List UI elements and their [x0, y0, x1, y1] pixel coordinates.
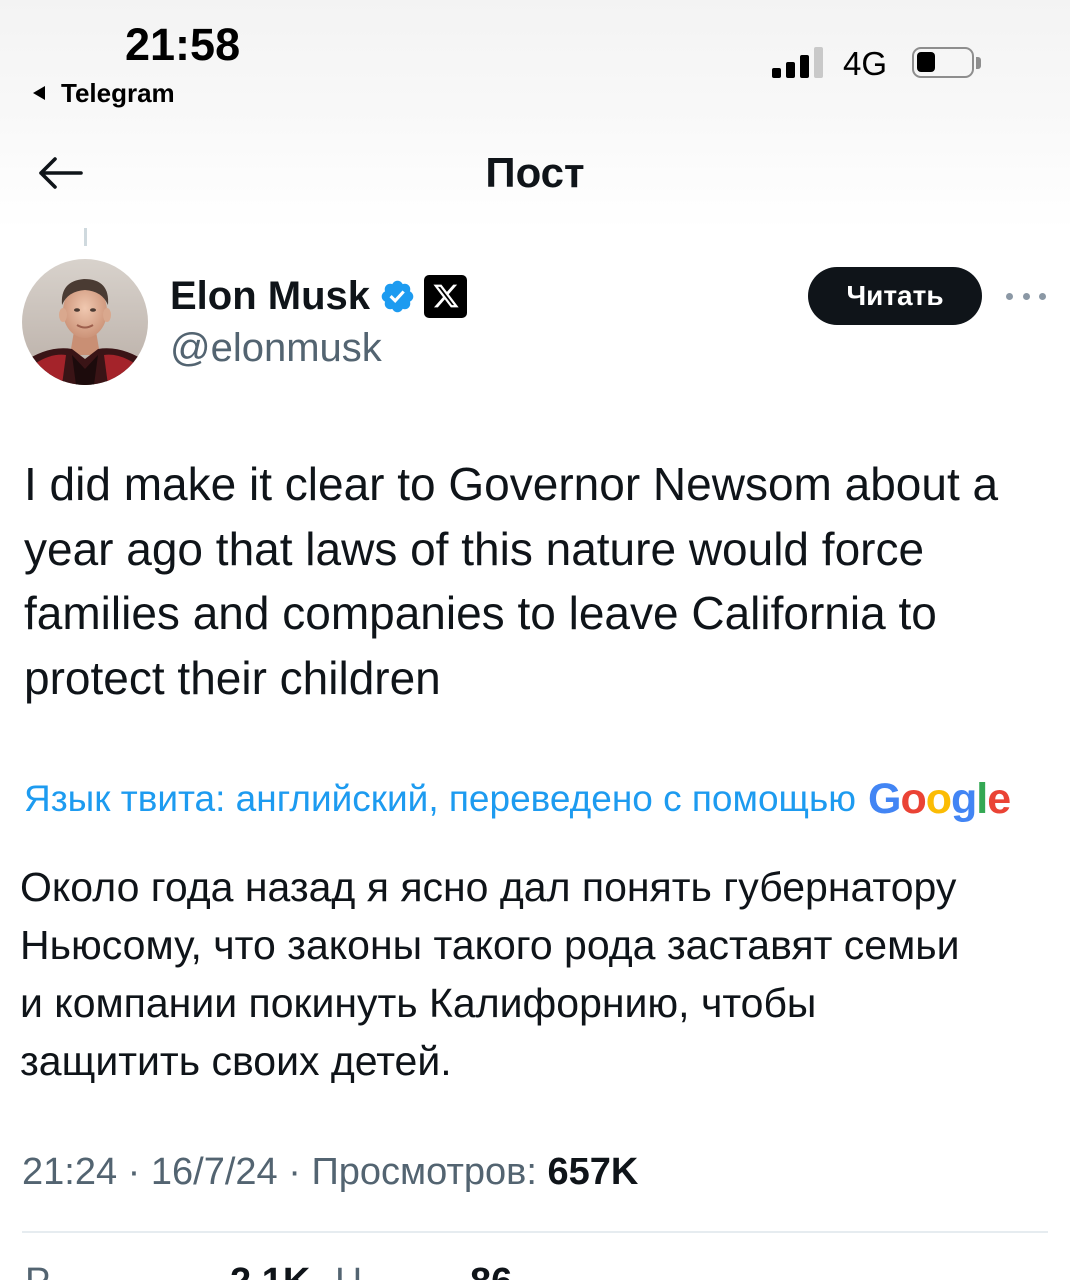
stat-value[interactable]: 86	[470, 1262, 512, 1280]
google-logo: Google	[868, 775, 1011, 823]
author-handle[interactable]: @elonmusk	[170, 326, 382, 370]
signal-bar	[800, 55, 809, 78]
tweet-text: I did make it clear to Governor Newsom a…	[24, 452, 998, 710]
post-time[interactable]: 21:24	[22, 1151, 117, 1193]
meta-separator: ·	[288, 1151, 301, 1193]
google-logo-letter: l	[976, 775, 988, 823]
more-dot	[1039, 292, 1046, 300]
author-name-row: Elon Musk	[170, 271, 468, 321]
signal-bar	[814, 47, 823, 78]
back-to-app-link[interactable]: Telegram	[33, 78, 175, 108]
tweet-text-line: year ago that laws of this nature would …	[24, 522, 925, 575]
google-logo-letter: g	[951, 775, 977, 823]
stat-label[interactable]: Ц	[335, 1262, 363, 1280]
stat-value[interactable]: 2,1K	[230, 1262, 310, 1280]
thread-connector	[84, 228, 87, 246]
translated-text-line: защитить своих детей.	[20, 1038, 452, 1084]
battery-level-fill	[917, 52, 935, 72]
google-logo-letter: o	[925, 775, 952, 823]
tweet-text-line: families and companies to leave Californ…	[24, 587, 937, 639]
divider	[22, 1231, 1048, 1233]
google-logo-letter: o	[900, 775, 926, 823]
battery-icon	[912, 47, 974, 78]
tweet-text-line: protect their children	[24, 651, 441, 704]
back-app-label: Telegram	[61, 77, 175, 108]
views-label: Просмотров:	[311, 1151, 537, 1193]
translated-text-line: Ньюсому, что законы такого рода заставят…	[20, 922, 960, 968]
translated-text-line: и компании покинуть Калифорнию, чтобы	[20, 980, 817, 1026]
tweet-meta: 21:24 · 16/7/24 · Просмотров: 657K	[22, 1149, 638, 1195]
battery-nub	[976, 57, 981, 69]
signal-bar	[772, 68, 781, 78]
tweet-screen: 21:58 Telegram 4G Пост Elon Musk @elonmu…	[0, 0, 1070, 1280]
translation-notice-text: Язык твита: английский, переведено с пом…	[24, 778, 856, 819]
more-dots-icon[interactable]	[1006, 290, 1046, 302]
x-logo-icon	[424, 274, 468, 318]
google-logo-letter: e	[987, 775, 1011, 823]
signal-bar	[786, 62, 795, 78]
google-logo-letter: G	[868, 775, 901, 823]
verified-badge-icon	[381, 280, 414, 312]
status-time: 21:58	[125, 19, 241, 70]
back-triangle-icon	[33, 86, 45, 100]
views-count: 657K	[547, 1151, 639, 1193]
post-date[interactable]: 16/7/24	[151, 1151, 278, 1193]
tweet-text-line: I did make it clear to Governor Newsom a…	[24, 458, 999, 510]
engagement-stats: Р 2,1K Ц 86	[0, 1262, 1070, 1280]
page-title: Пост	[485, 149, 585, 196]
signal-icon	[772, 47, 823, 78]
translated-text-line: Около года назад я ясно дал понять губер…	[20, 864, 957, 910]
avatar-image	[22, 259, 148, 385]
translation-notice: Язык твита: английский, переведено с пом…	[24, 775, 1011, 823]
network-type: 4G	[843, 45, 888, 82]
x-logo-glyph	[432, 284, 459, 308]
avatar[interactable]	[22, 259, 148, 385]
translated-text: Около года назад я ясно дал понять губер…	[20, 858, 960, 1090]
author-name[interactable]: Elon Musk	[170, 271, 370, 321]
meta-separator: ·	[127, 1151, 141, 1193]
follow-button[interactable]: Читать	[808, 267, 982, 325]
more-dot	[1006, 292, 1013, 300]
stat-label[interactable]: Р	[25, 1262, 50, 1280]
more-dot	[1022, 292, 1030, 300]
